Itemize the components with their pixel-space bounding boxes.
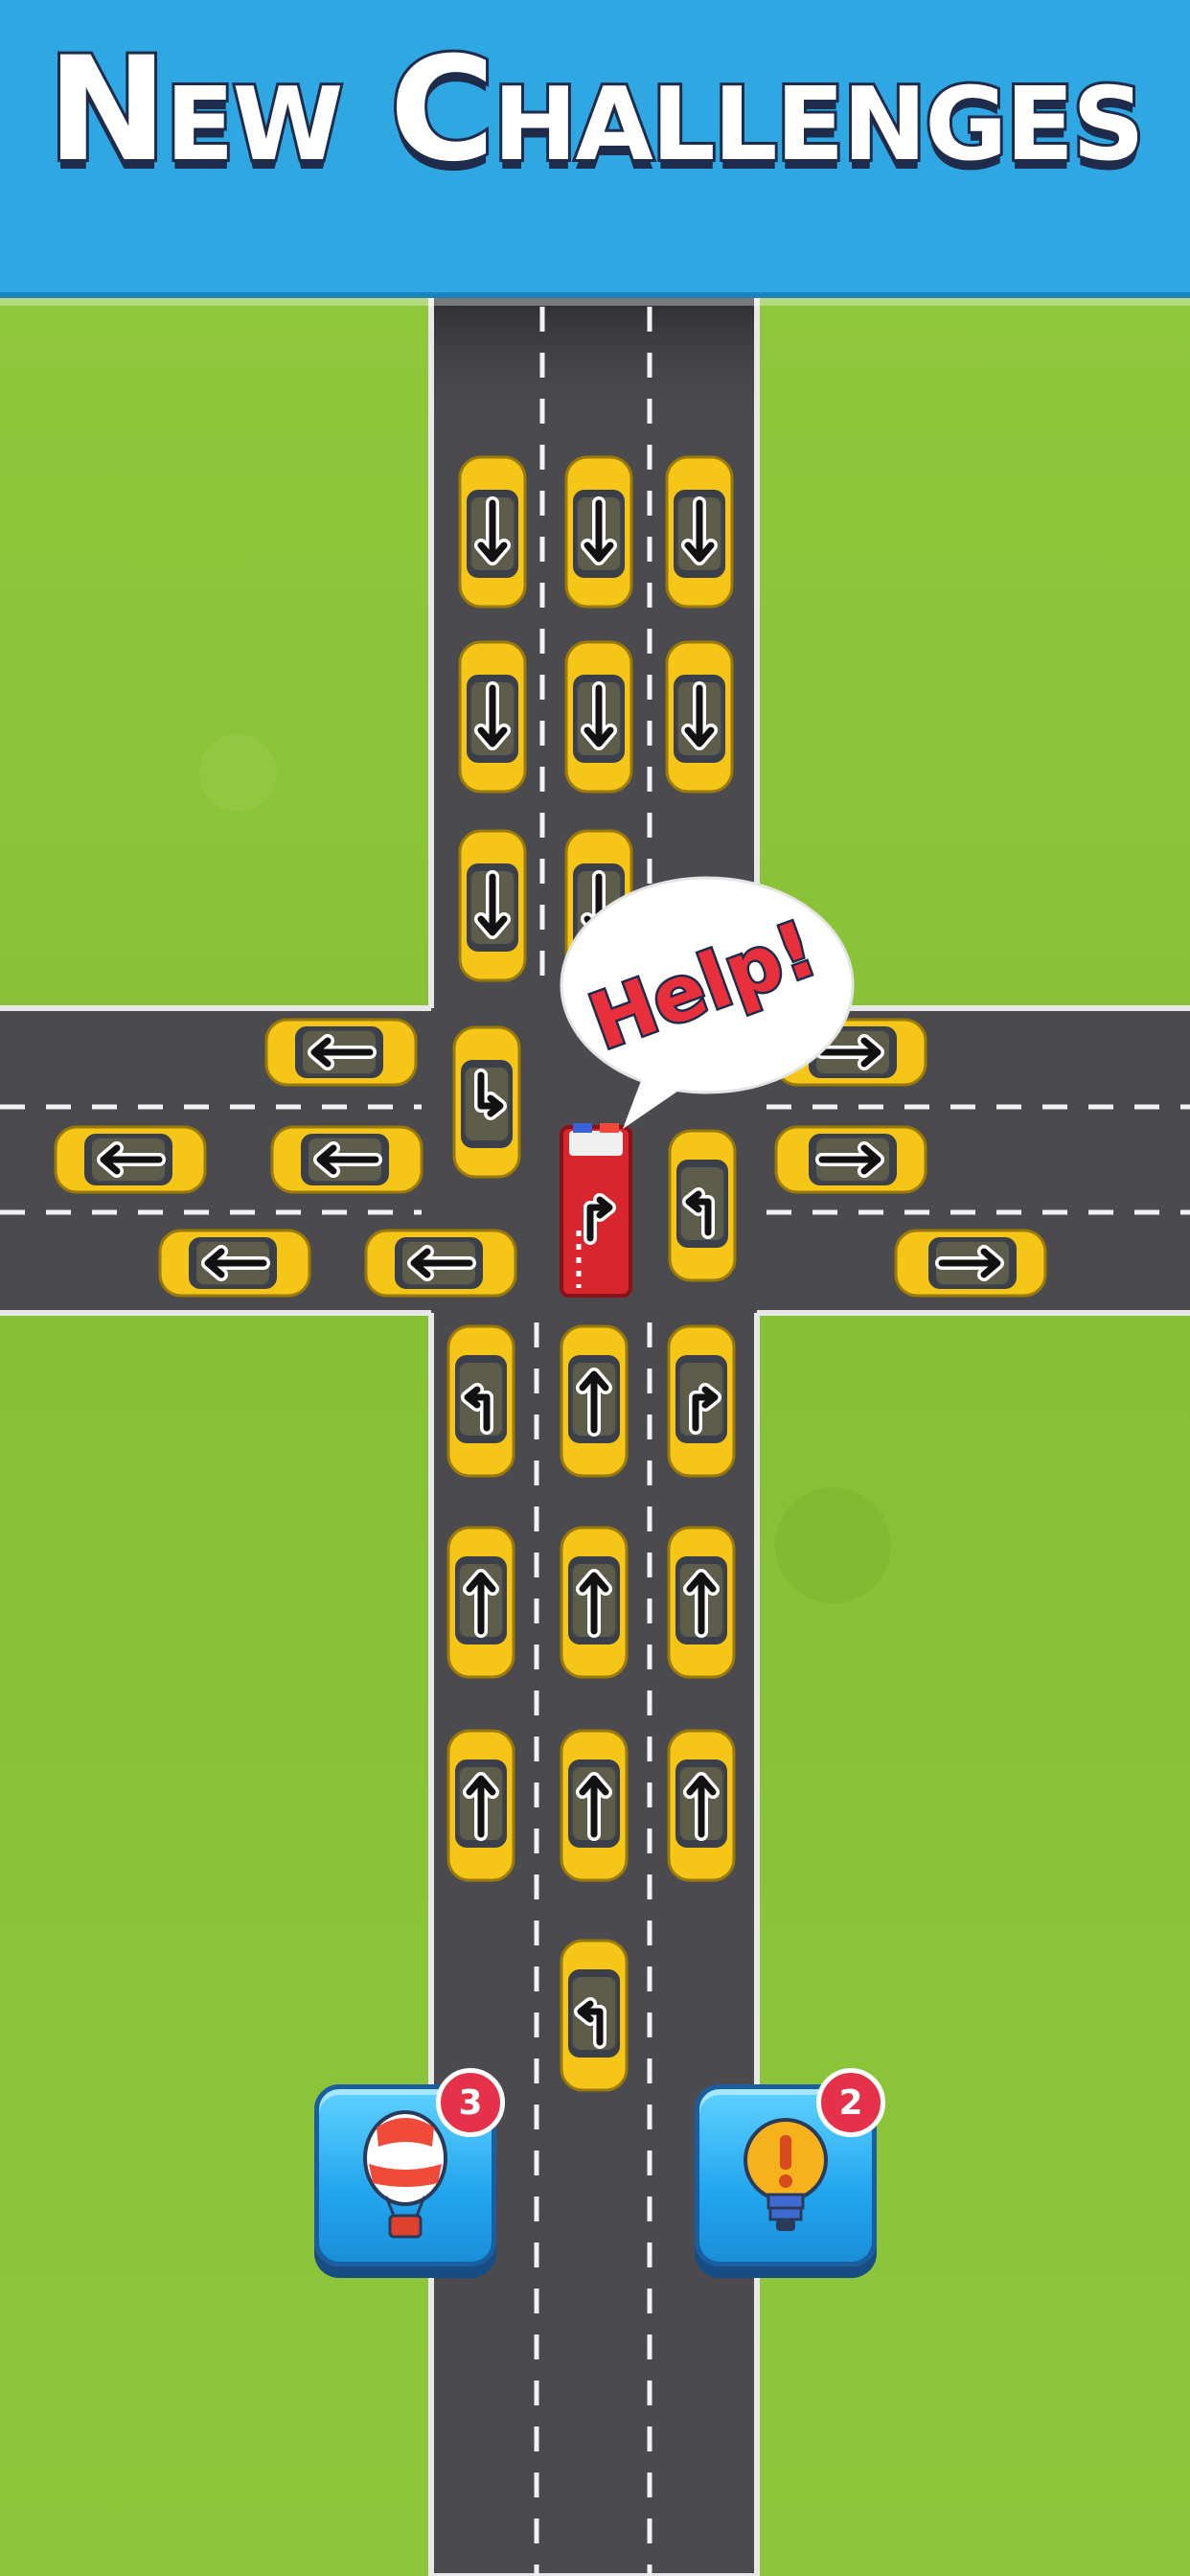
taxi-car[interactable] (774, 1125, 927, 1194)
taxi-car[interactable] (560, 1526, 629, 1679)
game-board: Help! (0, 289, 1190, 2576)
taxi-car[interactable] (446, 1324, 515, 1478)
taxi-car[interactable] (667, 1324, 736, 1478)
taxi-car[interactable] (364, 1229, 517, 1298)
hint-count-badge: 2 (816, 2068, 885, 2137)
taxi-car[interactable] (564, 455, 633, 609)
taxi-car[interactable] (667, 1729, 736, 1882)
taxi-car[interactable] (270, 1125, 423, 1194)
taxi-car[interactable] (560, 1324, 629, 1478)
taxi-car[interactable] (667, 1526, 736, 1679)
taxi-car[interactable] (458, 640, 527, 794)
banner-title: New Challenges (44, 27, 1147, 194)
taxi-car[interactable] (458, 455, 527, 609)
taxi-car[interactable] (54, 1125, 207, 1194)
balloon-count-badge: 3 (436, 2068, 505, 2137)
title-banner: New Challenges (0, 0, 1190, 292)
firetruck[interactable] (560, 1123, 632, 1298)
taxi-car[interactable] (564, 640, 633, 794)
taxi-car[interactable] (446, 1729, 515, 1882)
taxi-car[interactable] (894, 1229, 1047, 1298)
taxi-car[interactable] (458, 829, 527, 982)
taxi-car[interactable] (158, 1229, 311, 1298)
taxi-car[interactable] (446, 1526, 515, 1679)
taxi-car[interactable] (452, 1025, 521, 1179)
taxi-car[interactable] (665, 640, 734, 794)
taxi-car[interactable] (264, 1018, 418, 1087)
game-screen: Help! New Challenges 3 2 (0, 0, 1190, 2576)
taxi-car[interactable] (560, 1939, 629, 2092)
taxi-car[interactable] (560, 1729, 629, 1882)
taxi-car[interactable] (668, 1129, 737, 1282)
taxi-car[interactable] (665, 455, 734, 609)
